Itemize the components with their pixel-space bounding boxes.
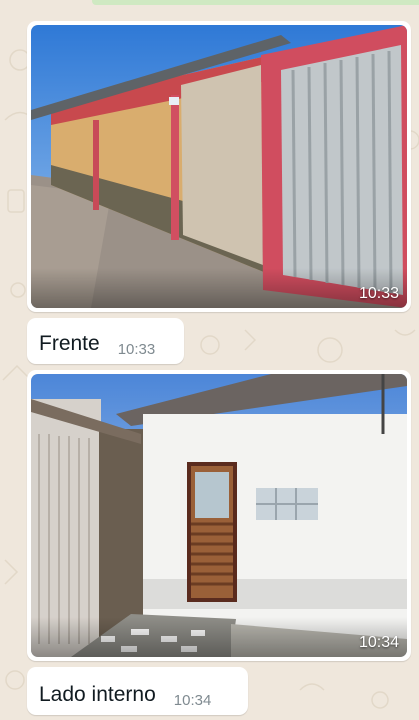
message-timestamp: 10:34 xyxy=(173,692,212,709)
message-text: Frente xyxy=(39,332,100,355)
photo-shade xyxy=(31,617,407,657)
front-wall-image xyxy=(31,25,407,308)
message-timestamp: 10:33 xyxy=(117,341,156,358)
message-text: Lado interno xyxy=(39,683,156,706)
photo-shade xyxy=(31,268,407,308)
text-message-lado-interno[interactable]: Lado interno 10:34 xyxy=(27,667,248,715)
unread-divider xyxy=(92,0,419,5)
text-message-frente[interactable]: Frente 10:33 xyxy=(27,318,184,364)
inner-courtyard-photo[interactable]: 10:34 xyxy=(31,374,407,657)
image-message-inner[interactable]: 10:34 xyxy=(27,370,411,661)
image-timestamp: 10:33 xyxy=(358,285,399,302)
image-timestamp: 10:34 xyxy=(358,634,399,651)
front-wall-photo[interactable]: 10:33 xyxy=(31,25,407,308)
inner-courtyard-image xyxy=(31,374,407,657)
image-message-front[interactable]: 10:33 xyxy=(27,21,411,312)
